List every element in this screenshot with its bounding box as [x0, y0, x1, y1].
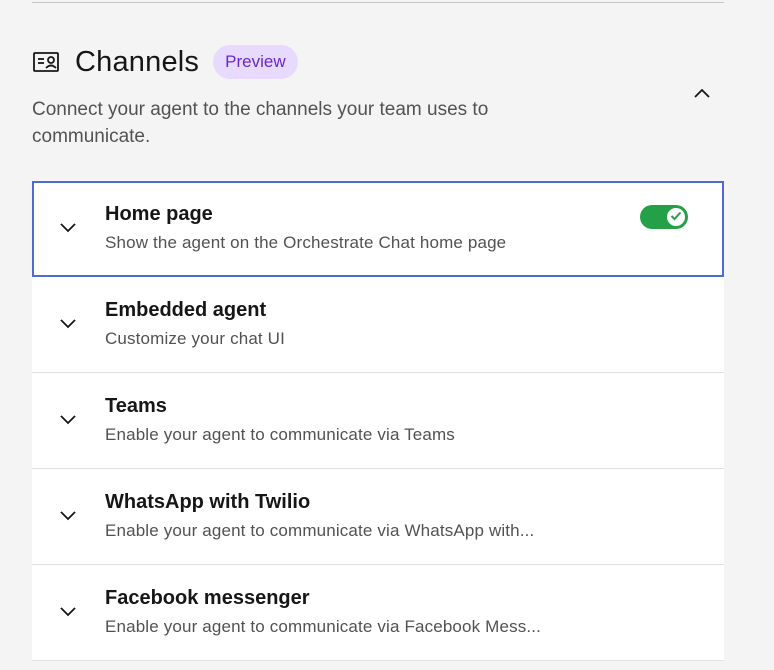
toggle-knob	[667, 208, 685, 226]
chevron-down-icon[interactable]	[60, 221, 76, 235]
collapse-section-button[interactable]	[690, 84, 714, 104]
channels-panel: Channels Preview Connect your agent to t…	[0, 0, 774, 670]
contact-card-icon	[32, 50, 60, 74]
channel-title: Embedded agent	[105, 299, 267, 321]
chevron-down-icon[interactable]	[60, 317, 76, 331]
chevron-down-icon[interactable]	[60, 509, 76, 523]
channel-subtitle: Enable your agent to communicate via Tea…	[105, 425, 455, 444]
channel-title: Teams	[105, 395, 167, 417]
channel-row-whatsapp-twilio[interactable]: WhatsApp with Twilio Enable your agent t…	[32, 469, 724, 565]
chevron-down-icon[interactable]	[60, 605, 76, 619]
divider	[32, 2, 724, 3]
channel-title: WhatsApp with Twilio	[105, 491, 311, 513]
preview-tag: Preview	[213, 45, 298, 79]
checkmark-icon	[670, 208, 682, 226]
section-description: Connect your agent to the channels your …	[32, 99, 489, 147]
channel-list: Home page Show the agent on the Orchestr…	[32, 181, 724, 661]
channel-row-embedded-agent[interactable]: Embedded agent Customize your chat UI	[32, 277, 724, 373]
section-header: Channels Preview	[32, 44, 298, 80]
channel-title: Facebook messenger	[105, 587, 310, 609]
channel-subtitle: Enable your agent to communicate via Wha…	[105, 521, 535, 540]
section-title: Channels	[75, 45, 200, 78]
chevron-down-icon[interactable]	[60, 413, 76, 427]
home-page-toggle[interactable]	[640, 205, 688, 229]
channel-row-facebook-messenger[interactable]: Facebook messenger Enable your agent to …	[32, 565, 724, 661]
channel-subtitle: Customize your chat UI	[105, 329, 285, 348]
channel-subtitle: Enable your agent to communicate via Fac…	[105, 617, 542, 636]
channel-title: Home page	[105, 203, 213, 225]
channel-row-teams[interactable]: Teams Enable your agent to communicate v…	[32, 373, 724, 469]
chevron-up-icon	[694, 85, 710, 103]
channel-subtitle: Show the agent on the Orchestrate Chat h…	[105, 233, 507, 252]
channel-row-home-page[interactable]: Home page Show the agent on the Orchestr…	[32, 181, 724, 277]
